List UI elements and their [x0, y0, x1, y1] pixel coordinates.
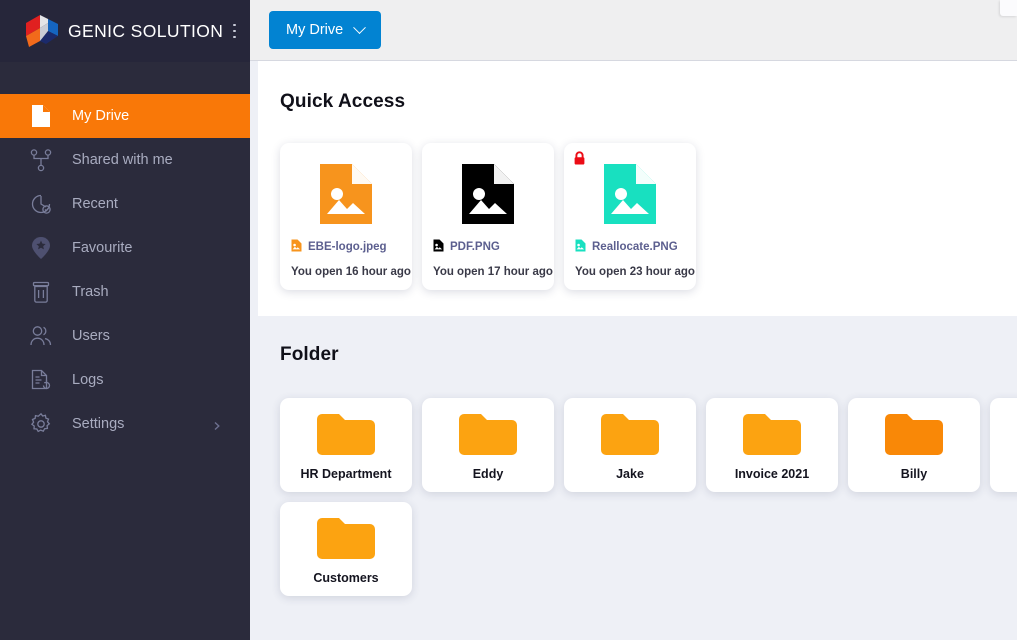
- folder-label: HR Department: [300, 467, 392, 481]
- sidebar-item-trash[interactable]: Trash: [0, 270, 250, 314]
- folder-icon: [428, 412, 548, 460]
- sidebar-item-label: Shared with me: [72, 152, 173, 168]
- folder-label: Eddy: [472, 467, 504, 481]
- folder-icon: [570, 412, 690, 460]
- brand-name: GENIC SOLUTION: [68, 20, 224, 41]
- quick-access-file-name-text: EBE-logo.jpeg: [308, 241, 387, 253]
- sidebar-spacer: [0, 62, 250, 94]
- sidebar-item-shared-with-me[interactable]: Shared with me: [0, 138, 250, 182]
- sidebar-item-label: Logs: [72, 372, 104, 388]
- quick-access-file-name: EBE-logo.jpeg: [291, 239, 401, 255]
- image-file-mini-icon: [575, 239, 586, 255]
- quick-access-file-name-text: PDF.PNG: [450, 241, 500, 253]
- my-drive-dropdown-button[interactable]: My Drive: [269, 11, 382, 49]
- main-content: My Drive Quick Access EBE-logo.jpeg You …: [250, 0, 1017, 640]
- folder-label: C: [996, 467, 1017, 481]
- lock-icon: [573, 151, 586, 171]
- folder-title: Folder: [280, 344, 339, 365]
- folder-card-list-row-2: Customers: [280, 502, 1017, 596]
- top-bar: My Drive: [250, 0, 1017, 61]
- brand-header: GENIC SOLUTION: [0, 0, 250, 62]
- quick-access-file-meta: You open 17 hour ago: [433, 266, 553, 278]
- chevron-down-icon: [353, 20, 367, 34]
- folder-label: Customers: [313, 571, 379, 585]
- hamburger-bar: [233, 24, 236, 26]
- clock-check-icon: [28, 191, 54, 217]
- folder-card[interactable]: Invoice 2021: [706, 398, 838, 492]
- quick-access-card[interactable]: EBE-logo.jpeg You open 16 hour ago: [280, 143, 412, 290]
- sidebar-item-settings[interactable]: Settings: [0, 402, 250, 446]
- sidebar-item-label: My Drive: [72, 108, 130, 124]
- page-corner-fold: [1000, 0, 1017, 16]
- folder-card[interactable]: C: [990, 398, 1017, 492]
- my-drive-dropdown-label: My Drive: [286, 22, 344, 38]
- sidebar-item-label: Users: [72, 328, 110, 344]
- sidebar-nav: My Drive Shared with me Recent Favourite…: [0, 94, 250, 446]
- folder-panel: Folder HR Department Eddy Jake Invoice 2…: [258, 316, 1017, 596]
- sidebar: GENIC SOLUTION My Drive Shared with me R…: [0, 0, 250, 640]
- folder-icon: [712, 412, 832, 460]
- image-file-icon: [575, 155, 685, 233]
- quick-access-file-name-text: Reallocate.PNG: [592, 241, 678, 253]
- image-file-icon: [433, 155, 543, 233]
- sidebar-item-label: Settings: [72, 416, 125, 432]
- trash-icon: [28, 279, 54, 305]
- image-file-mini-icon: [433, 239, 444, 255]
- quick-access-card[interactable]: Reallocate.PNG You open 23 hour ago: [564, 143, 696, 290]
- quick-access-title: Quick Access: [280, 91, 406, 112]
- hamburger-bar: [233, 36, 236, 38]
- folder-icon: [996, 412, 1017, 460]
- folder-label: Jake: [616, 467, 644, 481]
- quick-access-card-list: EBE-logo.jpeg You open 16 hour ago PDF.P…: [280, 143, 1017, 290]
- sidebar-item-label: Favourite: [72, 240, 133, 256]
- folder-card[interactable]: Eddy: [422, 398, 554, 492]
- sidebar-item-users[interactable]: Users: [0, 314, 250, 358]
- users-icon: [28, 323, 54, 349]
- sidebar-item-favourite[interactable]: Favourite: [0, 226, 250, 270]
- quick-access-file-meta: You open 23 hour ago: [575, 266, 695, 278]
- gear-icon: [28, 411, 54, 437]
- quick-access-card[interactable]: PDF.PNG You open 17 hour ago: [422, 143, 554, 290]
- document-sync-icon: [28, 367, 54, 393]
- folder-card[interactable]: HR Department: [280, 398, 412, 492]
- file-icon: [28, 103, 54, 129]
- sidebar-item-logs[interactable]: Logs: [0, 358, 250, 402]
- quick-access-panel: Quick Access EBE-logo.jpeg You open 16 h…: [258, 61, 1017, 316]
- folder-icon: [286, 412, 406, 460]
- quick-access-file-name: Reallocate.PNG: [575, 239, 685, 255]
- folder-label: Invoice 2021: [734, 467, 810, 481]
- folder-card[interactable]: Customers: [280, 502, 412, 596]
- folder-card-list: HR Department Eddy Jake Invoice 2021 Bil…: [280, 398, 1017, 492]
- chevron-right-icon: [212, 419, 222, 431]
- map-pin-star-icon: [28, 235, 54, 261]
- folder-label: Billy: [900, 467, 928, 481]
- folder-icon: [286, 516, 406, 564]
- app-root: GENIC SOLUTION My Drive Shared with me R…: [0, 0, 1017, 640]
- folder-card[interactable]: Jake: [564, 398, 696, 492]
- quick-access-file-meta: You open 16 hour ago: [291, 266, 411, 278]
- hamburger-menu-icon[interactable]: [233, 24, 236, 38]
- hamburger-bar: [233, 30, 236, 32]
- quick-access-file-name: PDF.PNG: [433, 239, 543, 255]
- sidebar-item-recent[interactable]: Recent: [0, 182, 250, 226]
- image-file-mini-icon: [291, 239, 302, 255]
- folder-card[interactable]: Billy: [848, 398, 980, 492]
- sidebar-item-my-drive[interactable]: My Drive: [0, 94, 250, 138]
- image-file-icon: [291, 155, 401, 233]
- share-network-icon: [28, 147, 54, 173]
- sidebar-item-label: Trash: [72, 284, 109, 300]
- sidebar-item-label: Recent: [72, 196, 118, 212]
- folder-icon: [854, 412, 974, 460]
- genic-hexagon-logo-icon: [22, 11, 62, 51]
